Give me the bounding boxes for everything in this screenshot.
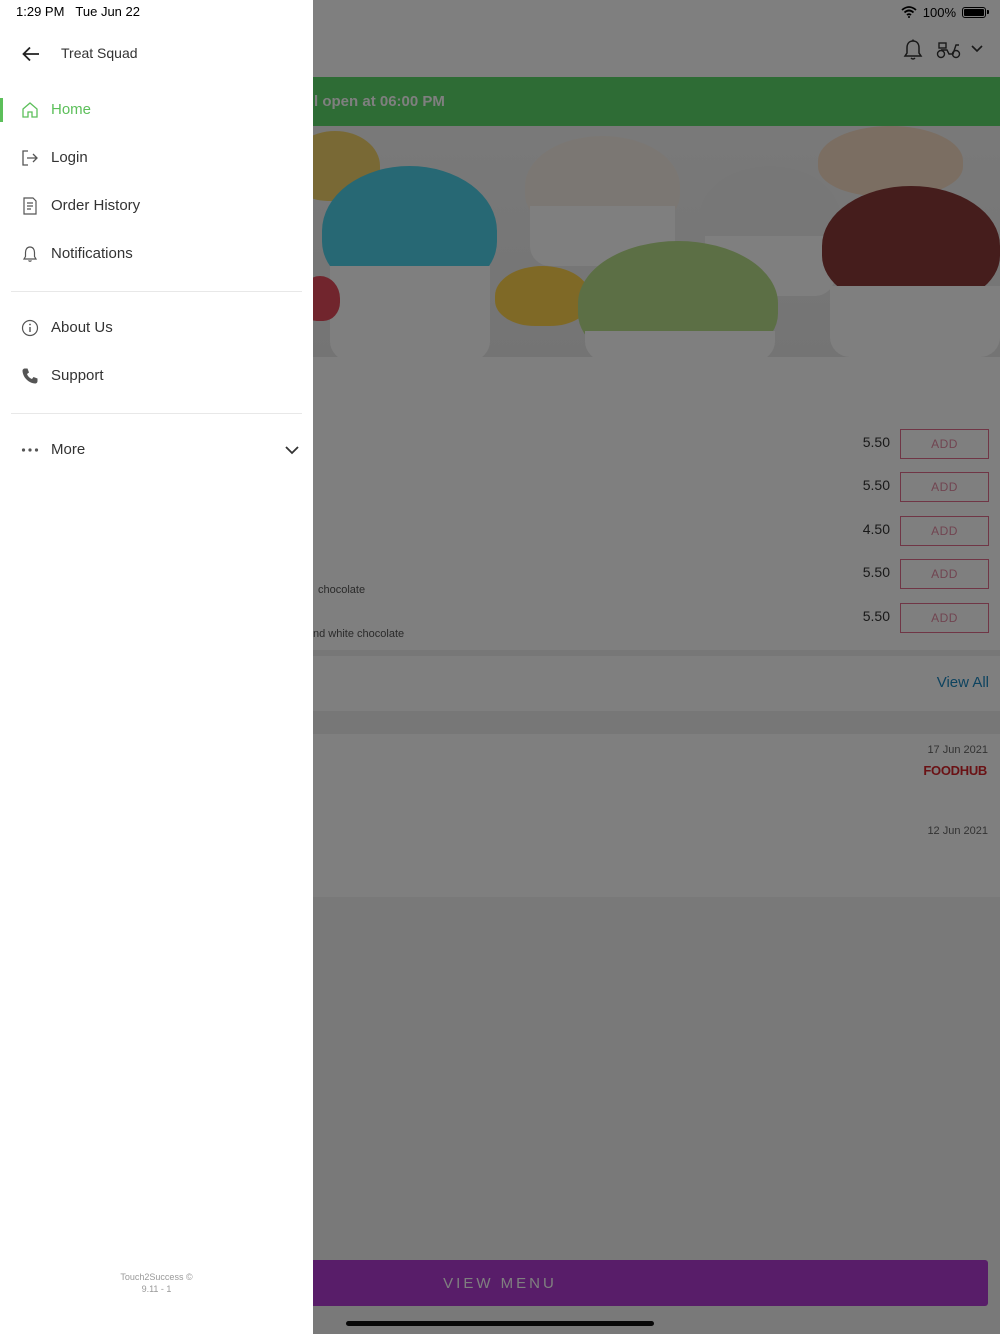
app-footer: Touch2Success © 9.11 - 1	[0, 1271, 313, 1295]
more-dots-icon	[20, 440, 40, 460]
footer-version: 9.11 - 1	[141, 1284, 172, 1294]
drawer-item-login[interactable]: Login	[0, 138, 313, 178]
receipt-icon	[20, 196, 40, 216]
drawer-header: Treat Squad	[0, 36, 313, 72]
drawer-title: Treat Squad	[61, 45, 138, 61]
status-time: 1:29 PM	[16, 4, 65, 19]
side-drawer: 1:29 PM Tue Jun 22 Treat Squad Home Logi…	[0, 0, 313, 1334]
chevron-down-icon	[285, 446, 299, 455]
login-icon	[20, 148, 40, 168]
back-arrow-icon	[22, 46, 39, 62]
drawer-item-label: Order History	[51, 197, 141, 214]
drawer-item-label: Support	[51, 367, 104, 384]
bell-icon	[20, 244, 40, 264]
drawer-item-more[interactable]: More	[0, 430, 313, 470]
drawer-item-about-us[interactable]: About Us	[0, 308, 313, 348]
drawer-item-home[interactable]: Home	[0, 90, 313, 130]
drawer-item-label: Notifications	[51, 245, 133, 262]
drawer-divider	[11, 413, 302, 414]
status-date: Tue Jun 22	[75, 4, 140, 19]
footer-copyright: Touch2Success ©	[120, 1272, 193, 1282]
drawer-item-notifications[interactable]: Notifications	[0, 234, 313, 274]
drawer-item-label: About Us	[51, 319, 113, 336]
drawer-item-support[interactable]: Support	[0, 356, 313, 396]
phone-icon	[20, 366, 40, 386]
info-icon	[20, 318, 40, 338]
drawer-item-order-history[interactable]: Order History	[0, 186, 313, 226]
back-button[interactable]	[18, 42, 44, 66]
drawer-item-label: Login	[51, 149, 88, 166]
drawer-item-label: Home	[51, 101, 92, 118]
home-icon	[20, 100, 40, 120]
drawer-divider	[11, 291, 302, 292]
drawer-item-label: More	[51, 441, 86, 458]
active-indicator	[0, 98, 3, 122]
status-bar-left: 1:29 PM Tue Jun 22	[16, 4, 140, 19]
